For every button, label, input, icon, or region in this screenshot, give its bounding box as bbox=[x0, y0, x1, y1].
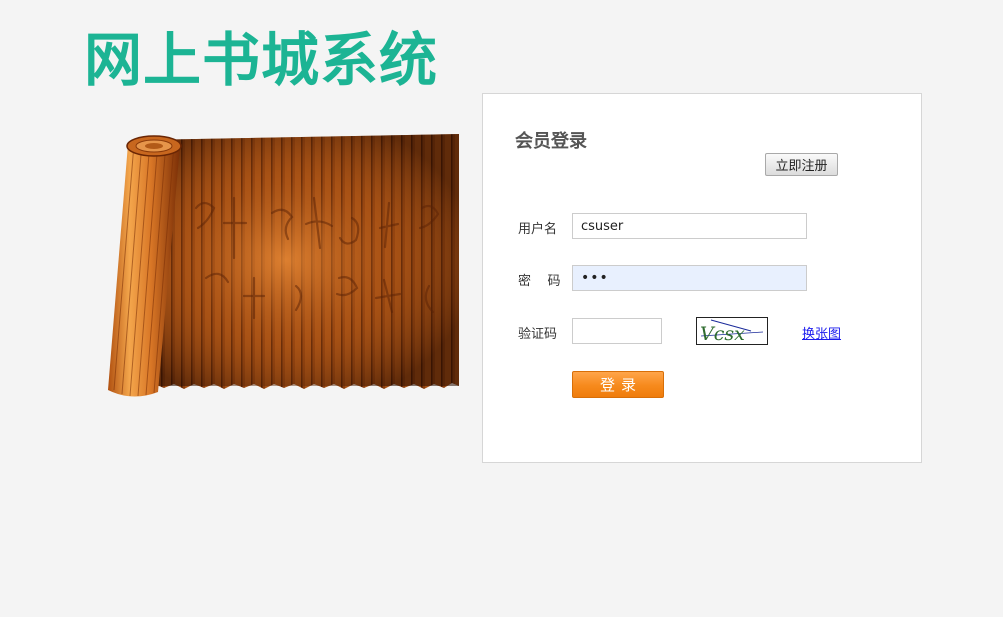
username-field[interactable] bbox=[572, 213, 807, 239]
password-label: 密 码 bbox=[518, 274, 561, 289]
password-field[interactable] bbox=[572, 265, 807, 291]
site-title: 网上书城系统 bbox=[84, 26, 439, 94]
captcha-image[interactable]: Vcsx bbox=[696, 317, 768, 345]
register-button[interactable]: 立即注册 bbox=[765, 153, 838, 176]
username-label: 用户名 bbox=[518, 222, 558, 237]
refresh-captcha-link[interactable]: 换张图 bbox=[802, 323, 841, 342]
captcha-field[interactable] bbox=[572, 318, 662, 344]
captcha-label: 验证码 bbox=[518, 327, 558, 342]
panel-title: 会员登录 bbox=[515, 131, 587, 152]
captcha-text: Vcsx bbox=[700, 323, 745, 344]
login-panel: 会员登录 立即注册 用户名 密 码 验证码 Vcsx 换张图 登录 bbox=[482, 93, 922, 463]
bamboo-scroll-illustration bbox=[108, 134, 459, 397]
login-button[interactable]: 登录 bbox=[572, 371, 664, 398]
